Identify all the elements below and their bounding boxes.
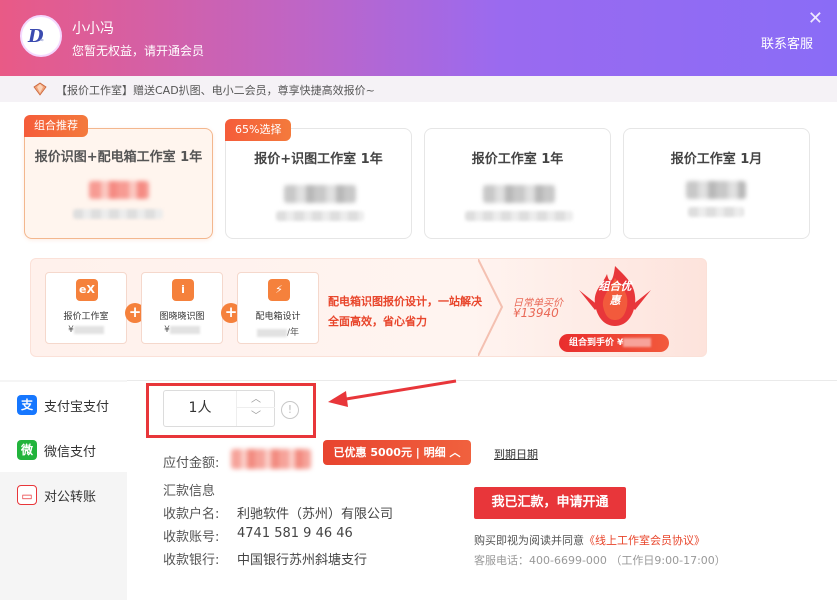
- plan-title: 报价工作室 1年: [471, 152, 564, 167]
- remit-account-name: 利驰软件（苏州）有限公司: [237, 507, 394, 522]
- plan-price-blurred: [483, 185, 555, 203]
- remit-account-no: 4741 581 9 46 46: [237, 526, 353, 541]
- payment-method-sidebar: 支 支付宝支付 微 微信支付 ▭ 对公转账: [0, 380, 127, 600]
- service-hotline: 客服电话：400-6699-000 （工作日9:00-17:00）: [474, 554, 726, 567]
- agreement-link[interactable]: 《线上工作室会员协议》: [584, 534, 705, 547]
- payment-label: 支付宝支付: [44, 400, 110, 415]
- combo-item-price: ¥: [46, 325, 126, 335]
- annotation-arrow-icon: [328, 379, 457, 407]
- plan-card-quote-year[interactable]: 报价工作室 1年: [424, 128, 611, 239]
- header-bar: D ≈ 小小冯 您暂无权益，请开通会员 ✕ 联系客服: [0, 0, 837, 76]
- combo-item-quote: eX 报价工作室 ¥: [45, 272, 127, 344]
- quantity-value[interactable]: 1人: [164, 391, 236, 426]
- quantity-buttons: ︿ ﹀: [236, 391, 275, 426]
- discount-detail-button[interactable]: 已优惠 5000元 | 明细 ︿: [323, 440, 471, 465]
- payment-wechat[interactable]: 微 微信支付: [0, 427, 127, 472]
- apply-activation-button[interactable]: 我已汇款，申请开通: [474, 487, 626, 519]
- plan-tag-popular: 65%选择: [225, 119, 292, 141]
- chevron-right-icon: [478, 259, 504, 356]
- remit-bank-row: 收款银行: 中国银行苏州斜塘支行: [163, 549, 367, 568]
- remit-bank: 中国银行苏州斜塘支行: [237, 553, 368, 568]
- notice-bar: 【报价工作室】赠送CAD扒图、电小二会员，尊享快捷高效报价~: [0, 76, 837, 102]
- combo-item-price: ¥: [142, 325, 222, 335]
- combo-item-name: 配电箱设计: [255, 312, 301, 322]
- decrement-button[interactable]: ﹀: [237, 408, 275, 425]
- payment-label: 微信支付: [44, 445, 97, 460]
- payment-label: 对公转账: [44, 490, 97, 505]
- combo-item-name: 图晓晓识图: [159, 312, 205, 322]
- quantity-stepper[interactable]: 1人 ︿ ﹀: [163, 390, 275, 427]
- payment-bank-transfer[interactable]: ▭ 对公转账: [0, 472, 127, 517]
- plan-card-quote-month[interactable]: 报价工作室 1月: [623, 128, 810, 239]
- daily-price-value: ¥13940: [513, 306, 559, 320]
- plan-original-price-blurred: [688, 207, 744, 217]
- combo-item-distribution-box: ⚡ 配电箱设计 /年: [237, 272, 319, 344]
- plan-tag-combo: 组合推荐: [24, 115, 88, 137]
- plan-title: 报价+识图工作室 1年: [254, 152, 383, 167]
- avatar[interactable]: D ≈: [20, 15, 62, 57]
- logo-sub-icon: ≈: [39, 37, 45, 44]
- combo-description: 配电箱识图报价设计，一站解决全面高效，省心省力: [328, 295, 482, 328]
- amount-value-blurred: [231, 449, 311, 469]
- remit-title: 汇款信息: [163, 484, 216, 499]
- plan-price-blurred: [284, 185, 356, 203]
- info-icon[interactable]: !: [281, 401, 299, 419]
- recognize-icon: i: [172, 279, 194, 301]
- plan-title: 报价识图+配电箱工作室 1年: [34, 150, 203, 165]
- payment-alipay[interactable]: 支 支付宝支付: [0, 382, 127, 427]
- remit-account-no-label: 收款账号:: [163, 530, 220, 545]
- remit-account-no-row: 收款账号: 4741 581 9 46 46: [163, 526, 353, 545]
- lightning-icon: ⚡: [268, 279, 290, 301]
- agreement-text: 购买即视为阅读并同意《线上工作室会员协议》: [474, 534, 705, 547]
- expire-date-link[interactable]: 到期日期: [494, 446, 538, 462]
- close-icon[interactable]: ✕: [808, 8, 823, 29]
- plan-original-price-blurred: [73, 209, 163, 219]
- plan-original-price-blurred: [465, 211, 573, 221]
- combo-item-recognize: i 图晓晓识图 ¥: [141, 272, 223, 344]
- combo-discount-badge-text: 组合优惠: [598, 280, 632, 307]
- bank-transfer-icon: ▭: [17, 485, 37, 505]
- plan-price-blurred: [89, 181, 149, 199]
- remit-bank-label: 收款银行:: [163, 553, 220, 568]
- membership-status: 您暂无权益，请开通会员: [72, 44, 205, 58]
- plan-card-quote-recognize[interactable]: 报价+识图工作室 1年: [225, 128, 412, 239]
- remit-account-name-row: 收款户名: 利驰软件（苏州）有限公司: [163, 503, 393, 522]
- contact-service-link[interactable]: 联系客服: [761, 33, 813, 52]
- wechat-icon: 微: [17, 440, 37, 460]
- notice-text: 【报价工作室】赠送CAD扒图、电小二会员，尊享快捷高效报价~: [56, 84, 375, 97]
- plan-title: 报价工作室 1月: [670, 152, 763, 167]
- username: 小小冯: [72, 21, 114, 37]
- combo-item-name: 报价工作室: [63, 312, 109, 322]
- plan-original-price-blurred: [276, 211, 364, 221]
- remit-account-name-label: 收款户名:: [163, 507, 220, 522]
- amount-label: 应付金额:: [163, 456, 220, 471]
- alipay-icon: 支: [17, 395, 37, 415]
- plan-card-combo[interactable]: 报价识图+配电箱工作室 1年: [24, 128, 213, 239]
- combo-item-price: /年: [238, 325, 318, 338]
- combo-final-price: 组合到手价 ¥: [559, 334, 669, 352]
- plan-price-blurred: [686, 181, 746, 199]
- increment-button[interactable]: ︿: [237, 391, 275, 408]
- excel-icon: eX: [76, 279, 98, 301]
- diamond-icon: [33, 82, 47, 96]
